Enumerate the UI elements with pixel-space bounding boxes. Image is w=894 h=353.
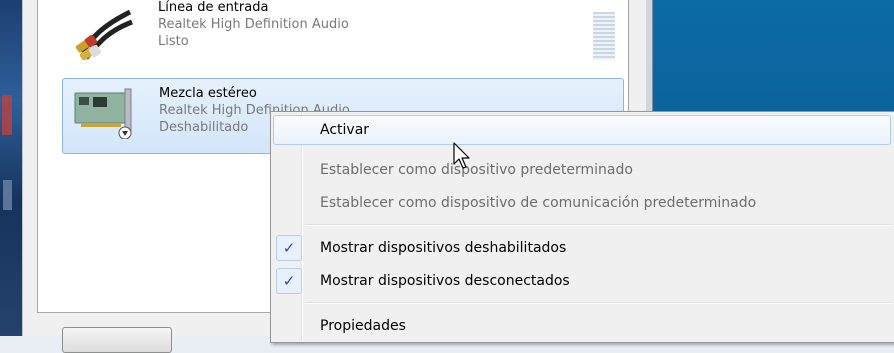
menu-item-label: Establecer como dispositivo predetermina… xyxy=(320,162,633,178)
configure-button[interactable] xyxy=(62,327,172,353)
checkmark-icon: ✓ xyxy=(276,268,302,294)
menu-item-label: Mostrar dispositivos desconectados xyxy=(320,273,570,289)
menu-item-label: Propiedades xyxy=(320,318,406,334)
sound-card-icon xyxy=(74,88,132,139)
desktop-wallpaper-detail xyxy=(2,95,12,135)
menu-item-show-disabled-devices[interactable]: ✓ Mostrar dispositivos deshabilitados xyxy=(273,233,891,263)
desktop-background-left xyxy=(0,0,22,336)
rca-cable-icon xyxy=(75,9,133,60)
menu-separator xyxy=(305,302,891,304)
context-menu: Activar Establecer como dispositivo pred… xyxy=(270,111,894,343)
device-name: Mezcla estéreo xyxy=(159,86,257,101)
menu-separator xyxy=(305,224,891,226)
desktop-wallpaper-detail xyxy=(3,180,12,210)
device-item-line-in[interactable]: Línea de entrada Realtek High Definition… xyxy=(62,0,622,62)
device-driver: Realtek High Definition Audio xyxy=(158,17,349,32)
menu-item-show-disconnected-devices[interactable]: ✓ Mostrar dispositivos desconectados xyxy=(273,266,891,296)
mouse-cursor-icon xyxy=(453,142,470,169)
menu-item-set-default-device[interactable]: Establecer como dispositivo predetermina… xyxy=(273,155,891,185)
menu-item-label: Mostrar dispositivos deshabilitados xyxy=(320,240,567,256)
device-status: Listo xyxy=(158,34,189,49)
menu-item-label: Establecer como dispositivo de comunicac… xyxy=(320,195,757,211)
checkmark-icon: ✓ xyxy=(276,235,302,261)
menu-item-set-default-communication-device[interactable]: Establecer como dispositivo de comunicac… xyxy=(273,188,891,218)
menu-item-propiedades[interactable]: Propiedades xyxy=(273,311,891,341)
menu-gutter xyxy=(301,112,303,342)
device-name: Línea de entrada xyxy=(158,0,269,15)
menu-item-label: Activar xyxy=(320,122,370,138)
menu-item-activar[interactable]: Activar xyxy=(273,115,891,145)
